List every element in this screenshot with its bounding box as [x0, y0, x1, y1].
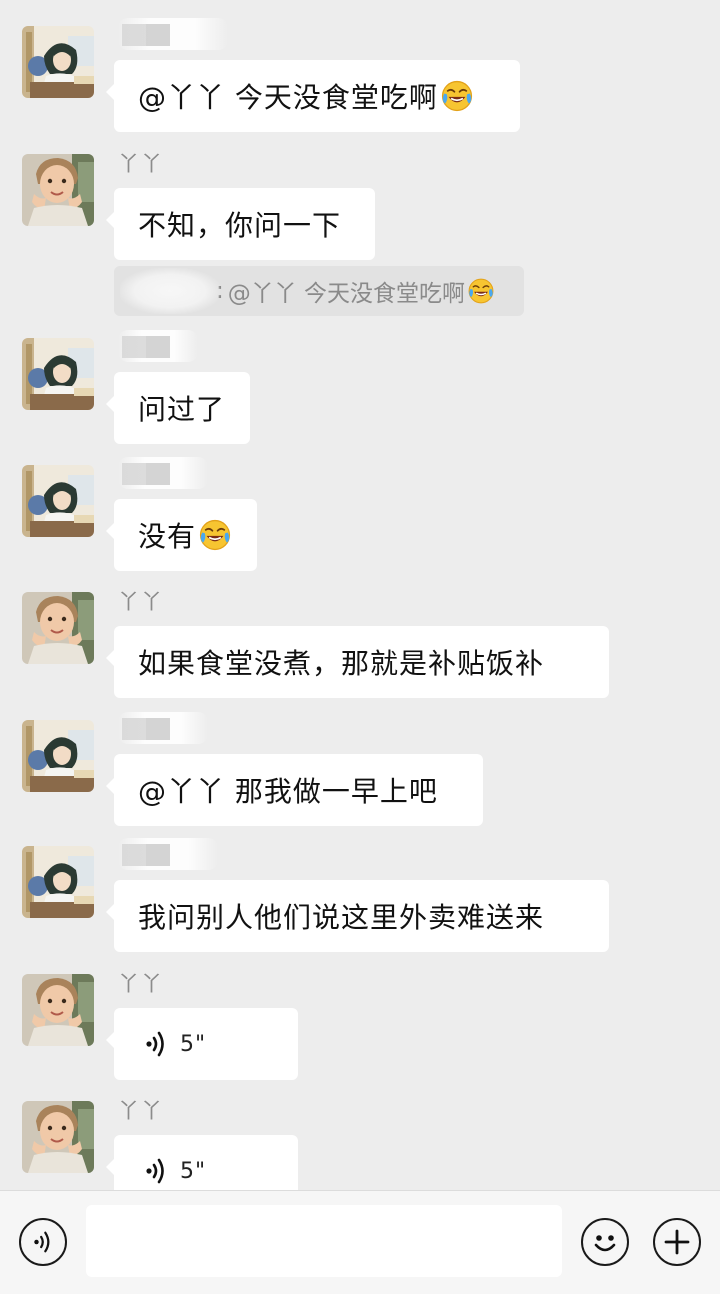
quoted-message[interactable]: : @丫丫 今天没食堂吃啊: [114, 266, 524, 316]
voice-playback-icon: [146, 1158, 164, 1184]
message-bubble[interactable]: 如果食堂没煮，那就是补贴饭补: [106, 626, 609, 698]
voice-duration: 5": [180, 1031, 207, 1057]
voice-mode-button[interactable]: [19, 1218, 67, 1266]
message-text: @丫丫 那我做一早上吧: [138, 775, 438, 808]
message-text: 不知，你问一下: [138, 209, 342, 242]
sender-name: 丫丫: [118, 152, 164, 176]
message-text: 我问别人他们说这里外卖难送来: [138, 901, 545, 934]
avatar[interactable]: [22, 26, 94, 98]
message-bubble[interactable]: @丫丫 那我做一早上吧: [106, 754, 483, 826]
message-text: 如果食堂没煮，那就是补贴饭补: [138, 647, 545, 680]
sender-name-redacted: [118, 330, 198, 362]
voice-message-bubble[interactable]: 5": [106, 1135, 298, 1190]
sender-name: 丫丫: [118, 590, 164, 614]
sender-name-redacted: [118, 712, 208, 744]
message-bubble[interactable]: @丫丫 今天没食堂吃啊: [106, 60, 520, 132]
more-functions-button[interactable]: [653, 1218, 701, 1266]
plus-circle-icon: [664, 1229, 690, 1255]
sender-name: 丫丫: [118, 1099, 164, 1123]
chat-input-bar: [0, 1190, 720, 1294]
face-with-tears-of-joy-icon: [440, 79, 474, 113]
face-with-tears-of-joy-icon: [198, 518, 232, 552]
voice-duration: 5": [180, 1158, 207, 1184]
message-bubble[interactable]: 没有: [106, 499, 257, 571]
voice-mode-icon: [34, 1231, 50, 1253]
voice-message-bubble[interactable]: 5": [106, 1008, 298, 1080]
message-text: 问过了: [138, 393, 226, 426]
message-bubble[interactable]: 我问别人他们说这里外卖难送来: [106, 880, 609, 952]
avatar[interactable]: [22, 592, 94, 664]
avatar[interactable]: [22, 1101, 94, 1173]
avatar[interactable]: [22, 338, 94, 410]
emoji-picker-button[interactable]: [581, 1218, 629, 1266]
chat-message-list[interactable]: @丫丫 今天没食堂吃啊 丫丫 不知，你问一下 : @丫丫 今天没食堂吃啊 问过了: [0, 0, 720, 1190]
sender-name: 丫丫: [118, 972, 164, 996]
avatar[interactable]: [22, 720, 94, 792]
message-bubble[interactable]: 问过了: [106, 372, 250, 444]
avatar[interactable]: [22, 974, 94, 1046]
face-with-tears-of-joy-icon: [467, 277, 495, 305]
sender-name-redacted: [118, 18, 228, 50]
message-bubble[interactable]: 不知，你问一下: [106, 188, 375, 260]
sender-name-redacted: [118, 457, 208, 489]
voice-playback-icon: [146, 1031, 164, 1057]
avatar[interactable]: [22, 846, 94, 918]
avatar[interactable]: [22, 465, 94, 537]
avatar[interactable]: [22, 154, 94, 226]
message-text: @丫丫 今天没食堂吃啊: [138, 81, 438, 114]
sender-name-redacted: [118, 838, 218, 870]
quote-text: @丫丫 今天没食堂吃啊: [227, 281, 466, 307]
message-input[interactable]: [86, 1205, 562, 1277]
quoted-sender-redacted: [120, 268, 220, 314]
message-text: 没有: [138, 520, 197, 553]
emoji-picker-icon: [594, 1235, 616, 1252]
